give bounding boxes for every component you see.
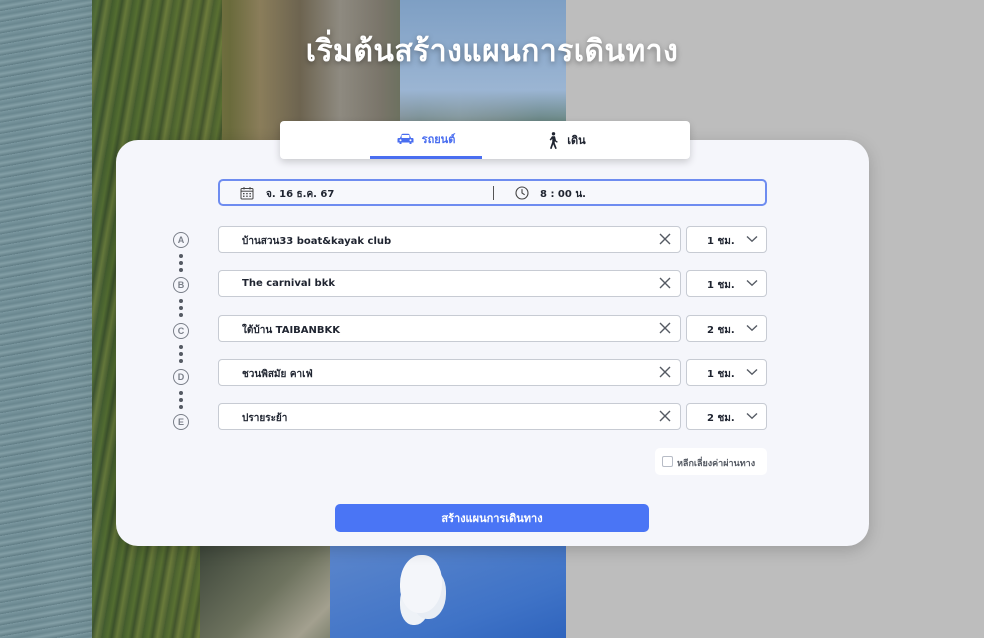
stop-input-a[interactable]: บ้านสวน33 boat&kayak club [218,226,681,253]
chevron-down-icon [746,279,758,290]
stop-input-b[interactable]: The carnival bkk [218,270,681,297]
route-dots [179,391,183,412]
avoid-tolls-checkbox[interactable] [662,456,673,467]
duration-value: 1 ชม. [707,280,735,291]
stop-input-e[interactable]: ปรายระย้า [218,403,681,430]
calendar-icon[interactable] [240,186,254,203]
stop-input-d[interactable]: ชวนพิสมัย คาเฟ่ [218,359,681,386]
page-title: เริ่มต้นสร้างแผนการเดินทาง [305,34,679,69]
stop-marker-e: E [173,414,189,430]
duration-select-a[interactable]: 1 ชม. [686,226,767,253]
close-icon[interactable] [658,365,672,382]
time-value[interactable]: 8 : 00 น. [540,187,586,202]
duration-select-c[interactable]: 2 ชม. [686,315,767,342]
walking-person-icon [548,131,559,149]
tab-walk-label: เดิน [567,134,586,147]
avoid-tolls-option[interactable]: หลีกเลี่ยงค่าผ่านทาง [655,448,767,475]
avoid-tolls-label: หลีกเลี่ยงค่าผ่านทาง [677,459,756,469]
stop-marker-a: A [173,232,189,248]
date-value[interactable]: จ. 16 ธ.ค. 67 [266,187,334,202]
close-icon[interactable] [658,276,672,293]
close-icon[interactable] [658,232,672,249]
create-plan-button[interactable]: สร้างแผนการเดินทาง [335,504,649,532]
duration-select-d[interactable]: 1 ชม. [686,359,767,386]
date-time-divider [493,186,494,200]
duration-value: 1 ชม. [707,236,735,247]
tab-car[interactable]: รถยนต์ [370,121,482,159]
duration-value: 2 ชม. [707,325,735,336]
route-dots [179,254,183,275]
travel-mode-tabs: รถยนต์ เดิน [280,121,690,159]
background-cloud [400,555,442,613]
duration-select-e[interactable]: 2 ชม. [686,403,767,430]
tab-car-label: รถยนต์ [421,132,456,146]
close-icon[interactable] [658,321,672,338]
background-sky-bottom [330,540,566,638]
stop-place-label: ชวนพิสมัย คาเฟ่ [242,369,313,380]
clock-icon[interactable] [515,186,529,203]
close-icon[interactable] [658,409,672,426]
stop-input-c[interactable]: ใต้บ้าน TAIBANBKK [218,315,681,342]
stop-marker-b: B [173,277,189,293]
stop-marker-c: C [173,323,189,339]
route-dots [179,299,183,320]
chevron-down-icon [746,235,758,246]
duration-select-b[interactable]: 1 ชม. [686,270,767,297]
car-icon [397,133,414,145]
duration-value: 2 ชม. [707,413,735,424]
route-dots [179,345,183,366]
chevron-down-icon [746,412,758,423]
stop-place-label: ใต้บ้าน TAIBANBKK [242,325,341,336]
background-water [0,0,92,638]
duration-value: 1 ชม. [707,369,735,380]
stop-place-label: The carnival bkk [242,278,335,289]
chevron-down-icon [746,324,758,335]
chevron-down-icon [746,368,758,379]
date-time-field[interactable]: จ. 16 ธ.ค. 67 8 : 00 น. [218,179,767,206]
stop-place-label: ปรายระย้า [242,413,288,424]
stop-place-label: บ้านสวน33 boat&kayak club [242,236,392,247]
stop-marker-d: D [173,369,189,385]
tab-walk[interactable]: เดิน [512,121,622,159]
